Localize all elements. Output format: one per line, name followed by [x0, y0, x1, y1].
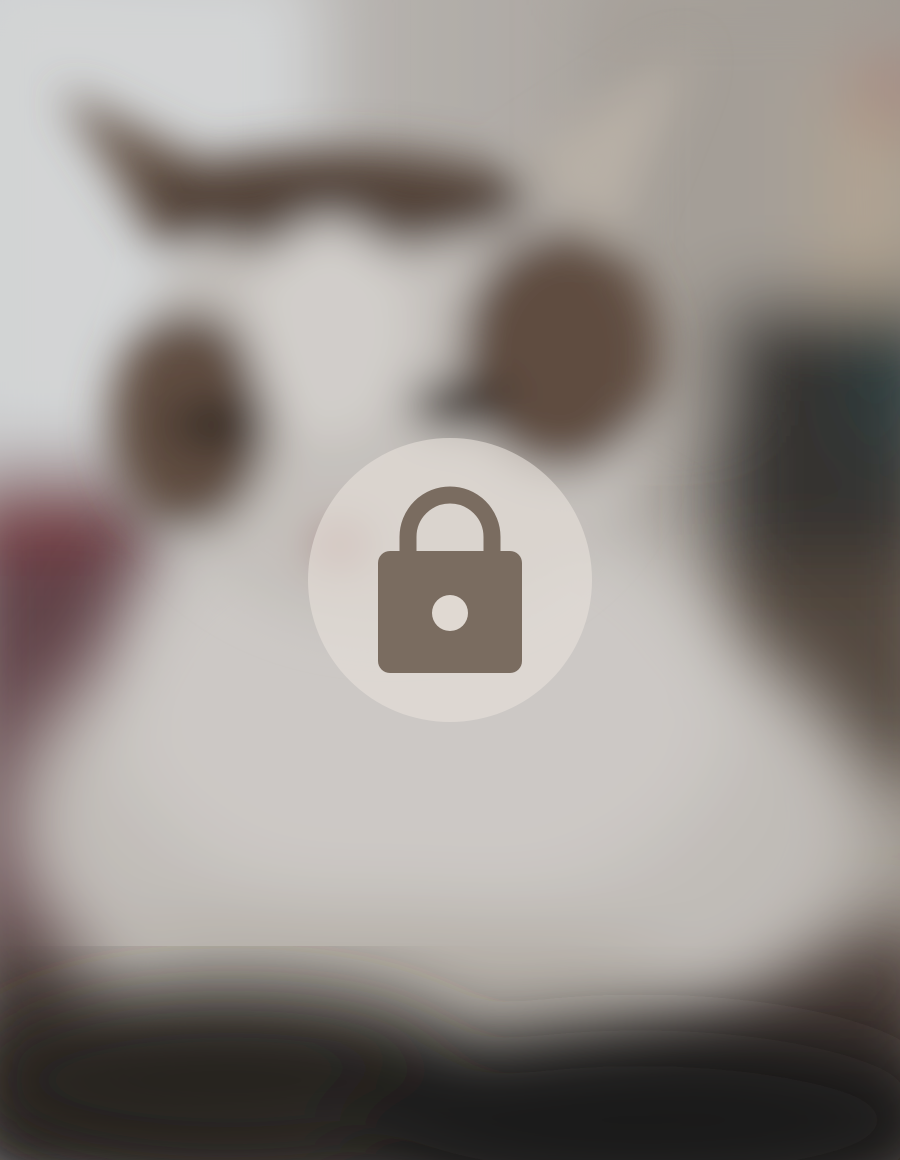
locked-media-viewer: [0, 0, 900, 1160]
lock-icon: [378, 485, 522, 675]
unlock-media-button[interactable]: [308, 438, 592, 722]
